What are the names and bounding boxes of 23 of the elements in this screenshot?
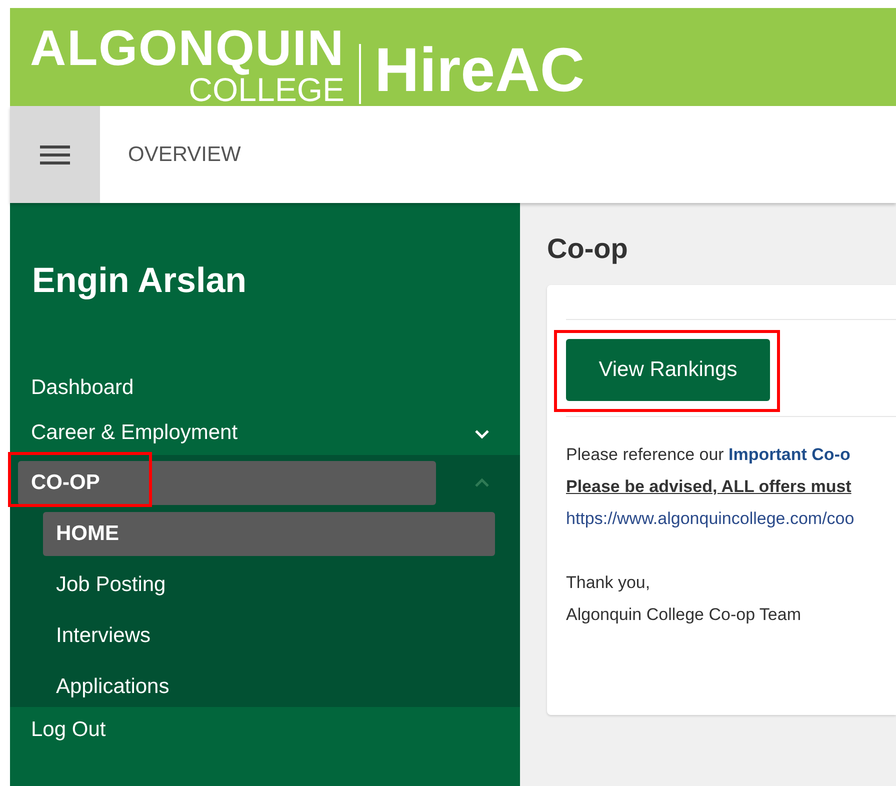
nav-item[interactable]: CO-OP xyxy=(18,461,436,505)
logo-text: ALGONQUIN xyxy=(30,23,345,73)
section-title: Co-op xyxy=(547,233,629,265)
nav-item[interactable]: Career & Employment xyxy=(10,410,520,455)
submenu-item[interactable]: HOME xyxy=(43,512,495,556)
message-text: Please reference our Important Co-o xyxy=(566,444,852,466)
nav-item[interactable]: Dashboard xyxy=(10,365,520,410)
chevron-up-icon xyxy=(474,477,490,487)
menu-icon xyxy=(40,144,70,166)
submenu-item[interactable]: Applications xyxy=(43,665,495,709)
link[interactable]: https://www.algonquincollege.com/coo xyxy=(566,503,896,535)
nav-item[interactable]: Log Out xyxy=(10,707,520,752)
submenu-item[interactable]: Interviews xyxy=(43,614,495,658)
message-text: Thank you, xyxy=(566,572,652,594)
view-rankings-button[interactable]: View Rankings xyxy=(566,339,770,401)
menu-button[interactable] xyxy=(10,106,100,203)
message-text: Algonquin College Co-op Team xyxy=(566,604,802,626)
app-name: HireAC xyxy=(374,40,585,102)
submenu-item[interactable]: Job Posting xyxy=(43,563,495,607)
chevron-down-icon xyxy=(474,428,490,438)
message-text: Please be advised, ALL offers must xyxy=(566,476,852,498)
page-heading: OVERVIEW xyxy=(128,142,241,166)
user-name: Engin Arslan xyxy=(31,260,248,302)
